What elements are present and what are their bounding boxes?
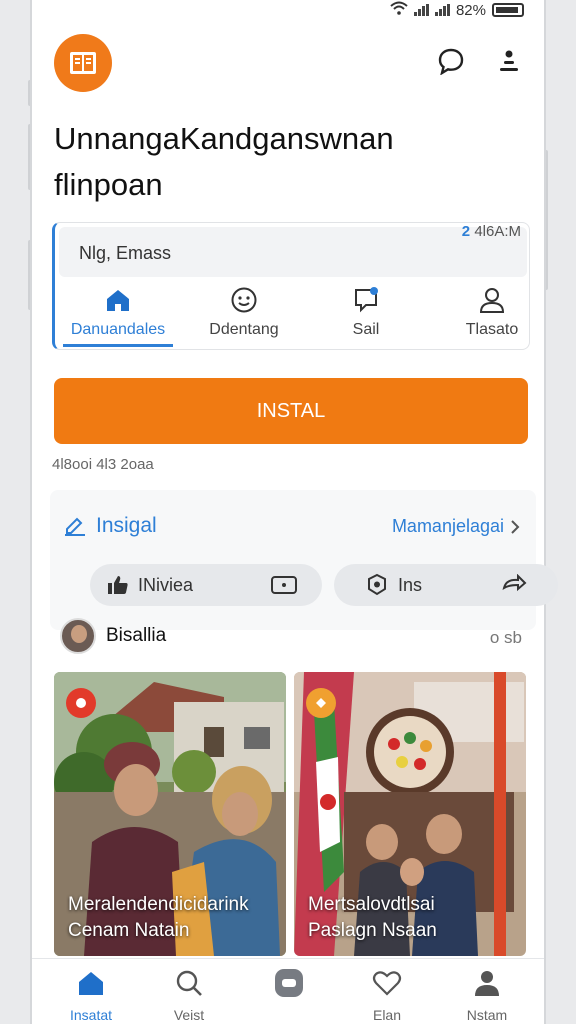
phone-screen: 82% UnnangaKandganswnan flinpoan Nlg, Em… bbox=[30, 0, 558, 1024]
book-icon bbox=[70, 52, 96, 74]
signal-icon-2 bbox=[434, 4, 450, 16]
pill-share[interactable]: Ins bbox=[334, 564, 558, 606]
tab-label: Sail bbox=[352, 321, 380, 338]
settings-icon bbox=[368, 573, 386, 596]
heart-icon bbox=[342, 967, 432, 999]
card-2-caption-line-2: Paslagn Nsaan bbox=[308, 920, 437, 941]
card-1-caption-line-2: Cenam Natain bbox=[68, 920, 190, 941]
nav-app[interactable] bbox=[244, 967, 334, 1007]
search-time-count: 2 bbox=[461, 223, 471, 240]
nav-label: Veist bbox=[173, 1007, 205, 1023]
search-timestamp: 2 4l6A:M bbox=[462, 223, 521, 240]
author-name: Bisallia bbox=[106, 625, 167, 646]
smiley-icon bbox=[189, 285, 299, 315]
wifi-icon bbox=[390, 1, 408, 19]
nav-search[interactable]: Veist bbox=[144, 967, 234, 1023]
signal-icon bbox=[413, 4, 429, 16]
share-icon bbox=[502, 574, 527, 592]
title-line-1: UnnangaKandganswnan bbox=[54, 121, 394, 156]
search-input[interactable]: Nlg, Emass 2 4l6A:M bbox=[59, 223, 527, 277]
chat-bubble-icon[interactable] bbox=[436, 46, 466, 76]
pill-label: INiviea bbox=[138, 574, 194, 595]
search-time-text: 4l6A:M bbox=[474, 223, 521, 240]
status-bar: 82% bbox=[390, 0, 524, 20]
profile-icon bbox=[442, 967, 532, 999]
app-icon bbox=[244, 967, 334, 999]
post-card-1[interactable]: Meralendendicidarink Cenam Natain bbox=[54, 672, 286, 956]
edit-icon bbox=[65, 517, 85, 536]
bottom-nav: Insatat Veist Elan Nstam bbox=[32, 958, 544, 1024]
account-menu-icon[interactable] bbox=[494, 46, 524, 76]
nav-favorites[interactable]: Elan bbox=[342, 967, 432, 1023]
post-card-2[interactable]: Mertsalovdtlsai Paslagn Nsaan bbox=[294, 672, 526, 956]
nav-label: Insatat bbox=[69, 1007, 113, 1023]
chat-icon bbox=[311, 285, 421, 315]
tab-smiley[interactable]: Ddentang bbox=[189, 283, 299, 347]
avatar bbox=[60, 618, 96, 654]
home-icon bbox=[46, 967, 136, 999]
battery-percent: 82% bbox=[455, 1, 486, 19]
card-2-caption-line-1: Mertsalovdtlsai bbox=[308, 894, 435, 915]
battery-icon bbox=[492, 3, 524, 17]
card-1-caption-line-1: Meralendendicidarink bbox=[68, 894, 249, 915]
post-meta: o sb bbox=[489, 628, 522, 647]
person-icon bbox=[437, 285, 547, 315]
card-caption: Meralendendicidarink Cenam Natain bbox=[68, 892, 249, 944]
section-link-text: Mamanjelagai bbox=[391, 516, 504, 536]
section-title-text: Insigal bbox=[96, 514, 157, 537]
install-meta: 4l8ooi 4l3 2oaa bbox=[52, 456, 154, 473]
video-icon bbox=[271, 576, 297, 594]
nav-home[interactable]: Insatat bbox=[46, 967, 136, 1023]
chevron-right-icon bbox=[511, 519, 520, 534]
pill-label: Ins bbox=[398, 574, 423, 595]
thumbs-up-icon bbox=[108, 576, 128, 594]
pill-like[interactable]: INiviea bbox=[90, 564, 322, 606]
card-badge-icon bbox=[306, 688, 336, 718]
tab-home[interactable]: Danuandales bbox=[63, 283, 173, 347]
tab-chat[interactable]: Sail bbox=[311, 283, 421, 347]
post-author[interactable]: Bisallia bbox=[60, 618, 166, 654]
nav-label: Elan bbox=[372, 1007, 402, 1023]
search-value: Nlg, Emass bbox=[79, 243, 172, 263]
tab-label: Danuandales bbox=[70, 321, 166, 338]
tab-label: Ddentang bbox=[209, 321, 279, 338]
home-icon bbox=[63, 285, 173, 315]
card-caption: Mertsalovdtlsai Paslagn Nsaan bbox=[308, 892, 437, 944]
app-logo[interactable] bbox=[54, 34, 112, 92]
insights-section: Insigal Mamanjelagai INiviea Ins bbox=[50, 490, 558, 630]
nav-profile[interactable]: Nstam bbox=[442, 967, 532, 1023]
card-badge-icon bbox=[66, 688, 96, 718]
title-line-2: flinpoan bbox=[54, 167, 163, 202]
search-card: Nlg, Emass 2 4l6A:M Danuandales Ddentang… bbox=[52, 222, 530, 350]
tab-label: Tlasato bbox=[465, 321, 519, 338]
search-icon bbox=[144, 967, 234, 999]
install-button[interactable]: INSTAL bbox=[54, 378, 528, 444]
section-link[interactable]: Mamanjelagai bbox=[392, 516, 520, 537]
nav-label: Nstam bbox=[466, 1007, 508, 1023]
tab-profile[interactable]: Tlasato bbox=[437, 283, 547, 347]
section-title: Insigal bbox=[64, 514, 157, 538]
page-title: UnnangaKandganswnan flinpoan bbox=[54, 116, 514, 208]
